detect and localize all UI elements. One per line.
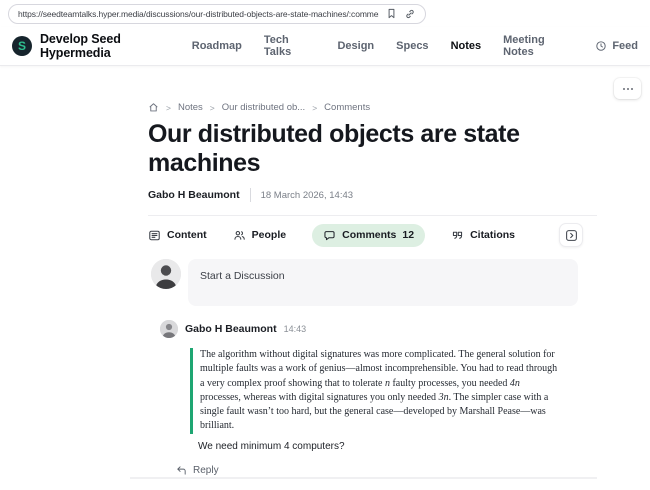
reply-arrow-icon (176, 465, 187, 476)
tab-comments[interactable]: Comments 12 (312, 224, 425, 247)
document-author[interactable]: Gabo H Beaumont (148, 189, 240, 201)
current-user-avatar (151, 259, 181, 289)
comment-icon (323, 229, 336, 242)
open-panel-button[interactable] (559, 223, 583, 247)
nav-item-notes[interactable]: Notes (451, 40, 482, 52)
address-bar[interactable]: https://seedteamtalks.hyper.media/discus… (8, 4, 426, 24)
nav-item-tech-talks[interactable]: Tech Talks (264, 34, 316, 58)
site-logo-icon[interactable]: S (12, 36, 32, 56)
comment-message: We need minimum 4 computers? (198, 441, 597, 452)
browser-chrome: https://seedteamtalks.hyper.media/discus… (0, 0, 650, 27)
comment-timestamp: 14:43 (284, 324, 307, 334)
comment-author-name: Gabo H Beaumont (185, 323, 277, 335)
tab-people[interactable]: People (233, 224, 286, 247)
citations-icon (451, 229, 464, 242)
document-tabs: Content People Comments 12 (148, 215, 597, 247)
section-divider (130, 477, 597, 479)
nav-item-design[interactable]: Design (337, 40, 374, 52)
nav-item-feed[interactable]: Feed (595, 40, 638, 52)
panel-toggle-icon (565, 229, 578, 242)
bookmark-icon[interactable] (386, 7, 397, 20)
url-text[interactable]: https://seedteamtalks.hyper.media/discus… (18, 9, 379, 19)
breadcrumb: > Notes > Our distributed ob... > Commen… (148, 102, 597, 113)
more-options-button[interactable] (614, 78, 641, 99)
main-content: > Notes > Our distributed ob... > Commen… (0, 66, 650, 490)
tab-content[interactable]: Content (148, 224, 207, 247)
comment-quote-text: The algorithm without digital signatures… (190, 348, 562, 434)
breadcrumb-notes[interactable]: Notes (178, 102, 203, 113)
byline: Gabo H Beaumont 18 March 2026, 14:43 (148, 188, 597, 202)
comment-body: The algorithm without digital signatures… (190, 348, 597, 452)
document-date: 18 March 2026, 14:43 (261, 190, 353, 201)
breadcrumb-separator: > (210, 103, 215, 113)
comment-item: Gabo H Beaumont 14:43 The algorithm with… (148, 320, 597, 476)
history-icon (595, 40, 607, 52)
tab-citations[interactable]: Citations (451, 224, 515, 247)
site-header: S Develop Seed Hypermedia Roadmap Tech T… (0, 27, 650, 66)
people-icon (233, 229, 246, 242)
comment-author-avatar (160, 320, 178, 338)
comments-count-badge: 12 (402, 229, 414, 241)
home-icon[interactable] (148, 102, 159, 113)
breadcrumb-document[interactable]: Our distributed ob... (222, 102, 305, 113)
page-title: Our distributed objects are state machin… (148, 120, 597, 178)
comment-header: Gabo H Beaumont 14:43 (160, 320, 597, 338)
nav-item-roadmap[interactable]: Roadmap (192, 40, 242, 52)
breadcrumb-comments[interactable]: Comments (324, 102, 370, 113)
breadcrumb-separator: > (312, 103, 317, 113)
primary-nav: Roadmap Tech Talks Design Specs Notes Me… (192, 34, 638, 58)
site-title[interactable]: Develop Seed Hypermedia (40, 32, 192, 60)
new-discussion-row (148, 259, 597, 306)
discussion-input[interactable] (188, 259, 578, 306)
nav-item-specs[interactable]: Specs (396, 40, 428, 52)
breadcrumb-separator: > (166, 103, 171, 113)
byline-divider (250, 188, 251, 202)
nav-item-meeting-notes[interactable]: Meeting Notes (503, 34, 573, 58)
copy-link-icon[interactable] (404, 8, 416, 20)
reply-button[interactable]: Reply (176, 465, 219, 476)
content-icon (148, 229, 161, 242)
